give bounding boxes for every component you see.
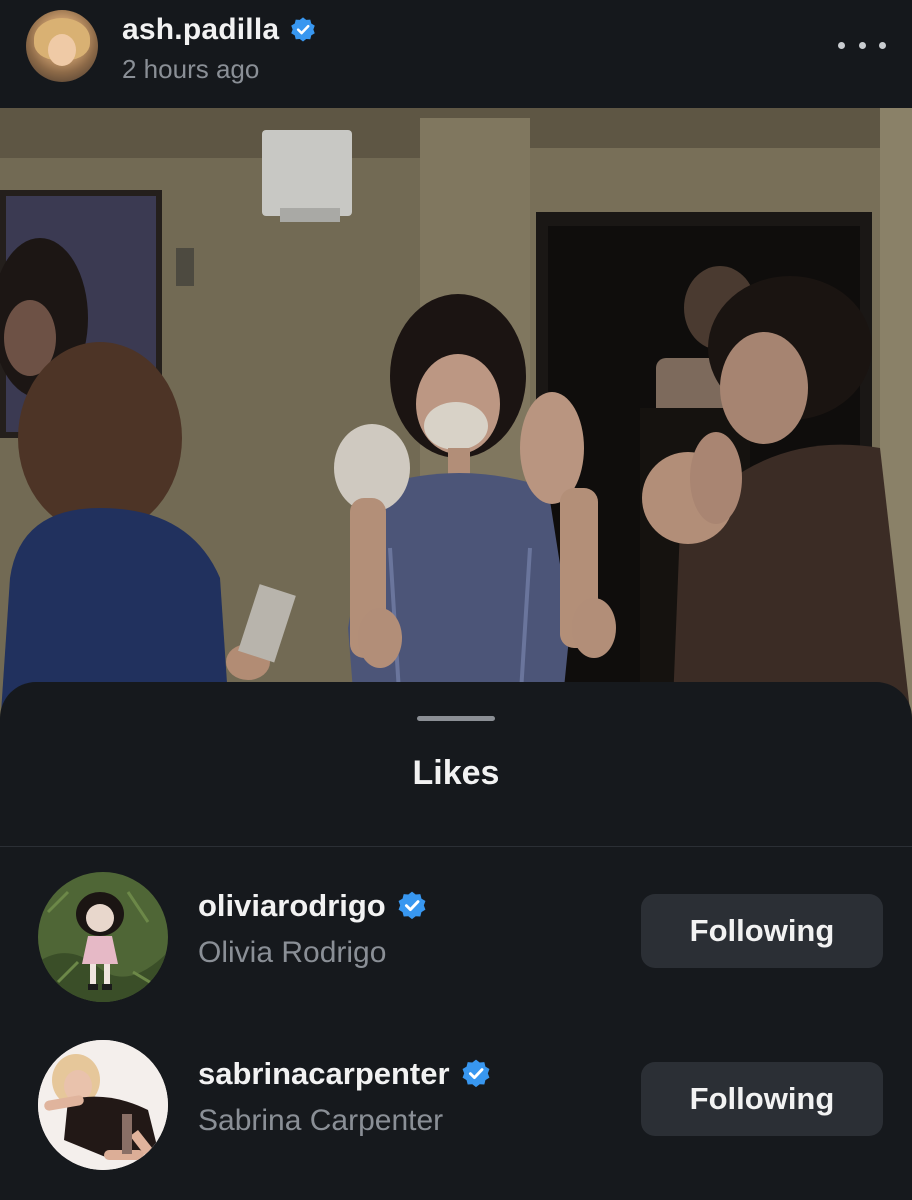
post-photo-image (0, 108, 912, 728)
verified-badge-icon (291, 17, 316, 42)
user-username[interactable]: sabrinacarpenter (198, 1056, 450, 1092)
verified-badge-icon (462, 1059, 490, 1088)
post-likes-screen: ash.padilla 2 hours ago Likes oliviarodr… (0, 0, 912, 1200)
user-full-name: Sabrina Carpenter (198, 1104, 444, 1137)
user-avatar[interactable] (38, 1040, 168, 1170)
following-button[interactable]: Following (641, 894, 883, 968)
user-username[interactable]: oliviarodrigo (198, 888, 386, 924)
author-avatar[interactable] (26, 10, 98, 82)
likes-sheet: Likes oliviarodrigo Olivia Rodrigo Follo… (0, 682, 912, 1200)
sheet-divider (0, 846, 912, 847)
post-timestamp: 2 hours ago (122, 54, 260, 84)
author-name-row: ash.padilla (122, 12, 317, 48)
user-full-name: Olivia Rodrigo (198, 936, 387, 969)
more-options-button[interactable] (838, 30, 886, 60)
sheet-drag-handle[interactable] (417, 716, 495, 721)
verified-badge-icon (398, 891, 426, 920)
user-name-row: sabrinacarpenter (198, 1054, 492, 1094)
more-horizontal-icon (838, 41, 845, 49)
post-header: ash.padilla 2 hours ago (0, 0, 912, 108)
author-username[interactable]: ash.padilla (122, 13, 279, 47)
user-avatar[interactable] (38, 872, 168, 1002)
following-button[interactable]: Following (641, 1062, 883, 1136)
likes-sheet-title: Likes (412, 754, 500, 792)
like-row-oliviarodrigo[interactable]: oliviarodrigo Olivia Rodrigo Following (0, 866, 912, 1002)
post-photo[interactable] (0, 108, 912, 728)
like-row-sabrinacarpenter[interactable]: sabrinacarpenter Sabrina Carpenter Follo… (0, 1034, 912, 1170)
user-name-row: oliviarodrigo (198, 886, 428, 926)
